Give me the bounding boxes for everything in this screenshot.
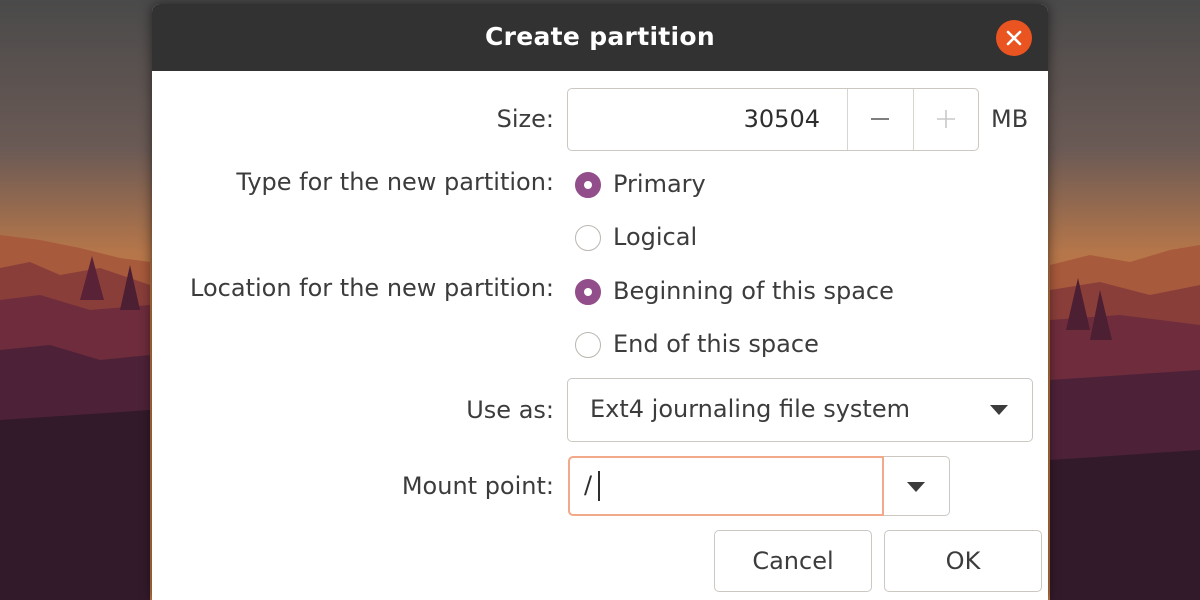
text-cursor	[598, 471, 600, 501]
minus-icon	[871, 118, 889, 120]
mount-point-value: /	[584, 471, 593, 499]
size-unit: MB	[991, 105, 1029, 133]
radio-label: Logical	[613, 223, 698, 251]
cancel-button[interactable]: Cancel	[714, 530, 872, 592]
filesystem-selected-value: Ext4 journaling file system	[590, 395, 910, 423]
increment-button[interactable]	[913, 89, 979, 150]
radio-indicator	[575, 172, 601, 198]
radio-label: End of this space	[613, 330, 819, 358]
create-partition-dialog: Create partition Size: 30504 MB Type for…	[152, 4, 1048, 600]
partition-location-label: Location for the new partition:	[190, 274, 554, 302]
size-spinbox: 30504	[567, 88, 979, 151]
mount-point-input[interactable]: /	[568, 456, 884, 516]
partition-type-label: Type for the new partition:	[236, 168, 554, 196]
plus-icon	[937, 110, 955, 128]
use-as-label: Use as:	[466, 396, 554, 424]
radio-label: Beginning of this space	[613, 277, 894, 305]
close-icon	[1006, 30, 1022, 46]
radio-indicator	[575, 225, 601, 251]
radio-indicator	[575, 279, 601, 305]
size-label: Size:	[496, 105, 554, 133]
dialog-titlebar: Create partition	[152, 4, 1048, 71]
triangle-down-icon	[990, 405, 1008, 415]
dialog-title: Create partition	[484, 22, 716, 51]
mount-point-label: Mount point:	[401, 472, 554, 500]
size-input[interactable]: 30504	[568, 89, 820, 150]
mount-point-dropdown-button[interactable]	[884, 456, 950, 516]
radio-indicator	[575, 332, 601, 358]
ok-button[interactable]: OK	[884, 530, 1042, 592]
decrement-button[interactable]	[847, 89, 913, 150]
radio-label: Primary	[613, 170, 706, 198]
close-button[interactable]	[996, 20, 1032, 56]
filesystem-dropdown[interactable]: Ext4 journaling file system	[567, 378, 1033, 442]
triangle-down-icon	[907, 482, 925, 492]
